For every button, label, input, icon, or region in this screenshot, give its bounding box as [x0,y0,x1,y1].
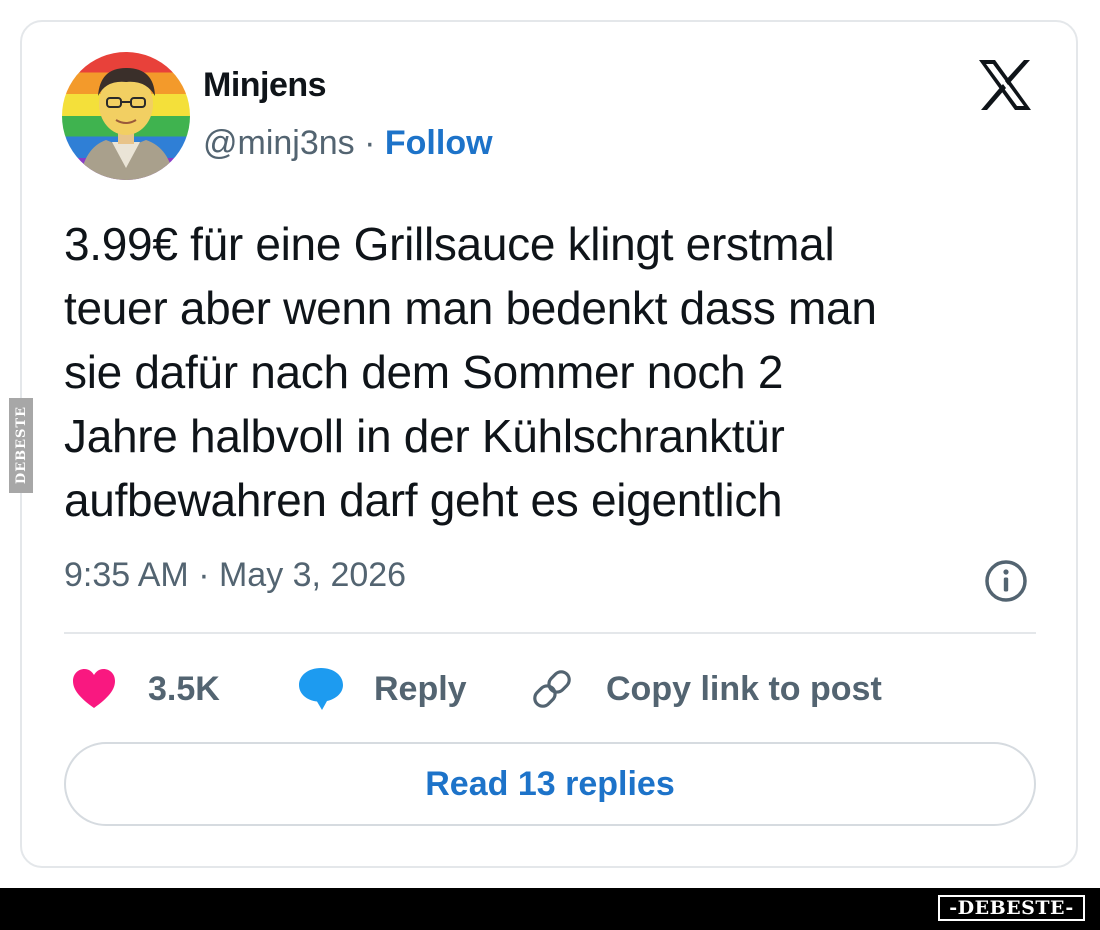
divider [64,632,1036,634]
info-icon[interactable] [983,558,1029,604]
author-name[interactable]: Minjens [203,66,327,105]
tweet-text-line: Jahre halbvoll in der Kühlschranktür [64,410,785,462]
reply-label: Reply [374,669,467,708]
tweet-text-line: teuer aber wenn man bedenkt dass man [64,282,877,334]
copy-link-button[interactable]: Copy link to post [528,664,882,714]
speech-bubble-icon [299,668,343,710]
avatar-portrait [80,68,174,180]
like-button[interactable]: 3.5K [70,664,220,714]
read-replies-button[interactable]: Read 13 replies [64,742,1036,826]
heart-icon [73,669,115,708]
tweet-text: 3.99€ für eine Grillsauce klingt erstmal… [64,212,1054,532]
tweet-text-line: 3.99€ für eine Grillsauce klingt erstmal [64,218,835,270]
like-count: 3.5K [148,669,220,708]
handle-separator: · [354,124,385,162]
footer-bar [0,888,1100,930]
avatar[interactable] [62,52,190,180]
follow-button[interactable]: Follow [385,124,493,162]
tweet-text-line: sie dafür nach dem Sommer noch 2 [64,346,784,398]
footer-watermark: -DEBESTE- [938,895,1085,921]
author-handle-line: @minj3ns · Follow [203,124,493,163]
link-icon [533,670,571,708]
side-watermark-text: DEBESTE [13,406,29,485]
x-logo-icon[interactable] [975,55,1035,115]
copy-link-label: Copy link to post [606,669,882,708]
tweet-timestamp[interactable]: 9:35 AM · May 3, 2026 [64,556,406,595]
author-handle[interactable]: @minj3ns [203,124,355,162]
read-replies-label: Read 13 replies [425,764,675,803]
side-watermark: DEBESTE [9,398,33,493]
reply-button[interactable]: Reply [296,664,467,714]
footer-watermark-text: -DEBESTE- [949,897,1074,919]
tweet-text-line: aufbewahren darf geht es eigentlich [64,474,783,526]
